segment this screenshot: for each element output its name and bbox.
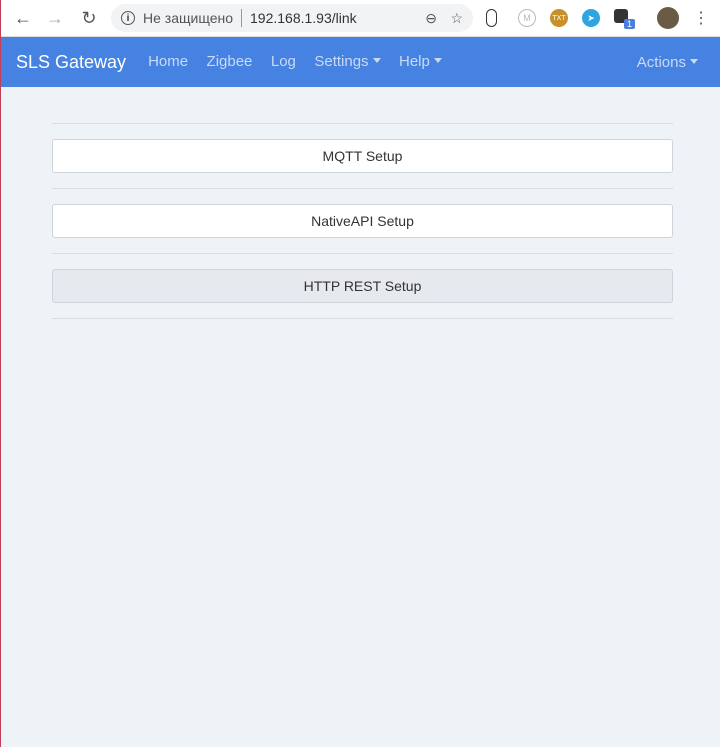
back-icon[interactable]: ←: [11, 6, 35, 30]
browser-toolbar: ← → ↻ i Не защищено 192.168.1.93/link ⊖ …: [1, 0, 720, 37]
address-bar[interactable]: i Не защищено 192.168.1.93/link ⊖ ☆: [111, 4, 473, 32]
divider: [52, 123, 673, 124]
telegram-icon[interactable]: ➤: [582, 9, 600, 27]
txt-extension-icon[interactable]: TXT: [550, 9, 568, 27]
menu-icon[interactable]: ⋮: [689, 6, 713, 30]
not-secure-label: Не защищено: [143, 10, 233, 26]
nav-home[interactable]: Home: [148, 53, 188, 70]
mouse-extension-icon[interactable]: [486, 9, 497, 27]
info-icon[interactable]: i: [121, 11, 135, 25]
nav-settings-label: Settings: [314, 53, 369, 70]
nav-settings[interactable]: Settings: [314, 53, 380, 70]
link-setup-list: MQTT Setup NativeAPI Setup HTTP REST Set…: [52, 123, 673, 319]
star-icon[interactable]: ☆: [450, 10, 463, 27]
url-text[interactable]: 192.168.1.93/link: [250, 10, 357, 26]
brand[interactable]: SLS Gateway: [16, 52, 126, 73]
http-rest-setup-button[interactable]: HTTP REST Setup: [52, 269, 673, 303]
avatar[interactable]: [657, 7, 679, 29]
m-extension-icon[interactable]: M: [518, 9, 536, 27]
reload-icon[interactable]: ↻: [77, 6, 101, 30]
forward-icon[interactable]: →: [43, 6, 67, 30]
extension-badge: 1: [624, 19, 636, 29]
nativeapi-setup-button[interactable]: NativeAPI Setup: [52, 204, 673, 238]
nav-help[interactable]: Help: [399, 53, 442, 70]
nav-zigbee[interactable]: Zigbee: [207, 53, 253, 70]
zoom-icon[interactable]: ⊖: [425, 10, 437, 27]
nav-log[interactable]: Log: [271, 53, 296, 70]
actions-dropdown[interactable]: Actions: [637, 54, 698, 71]
divider: [52, 253, 673, 254]
nav-help-label: Help: [399, 53, 430, 70]
divider: [52, 318, 673, 319]
actions-label: Actions: [636, 53, 686, 71]
divider: [52, 188, 673, 189]
navbar: SLS Gateway Home Zigbee Log Settings Hel…: [1, 37, 720, 87]
divider: [241, 9, 242, 27]
mqtt-setup-button[interactable]: MQTT Setup: [52, 139, 673, 173]
